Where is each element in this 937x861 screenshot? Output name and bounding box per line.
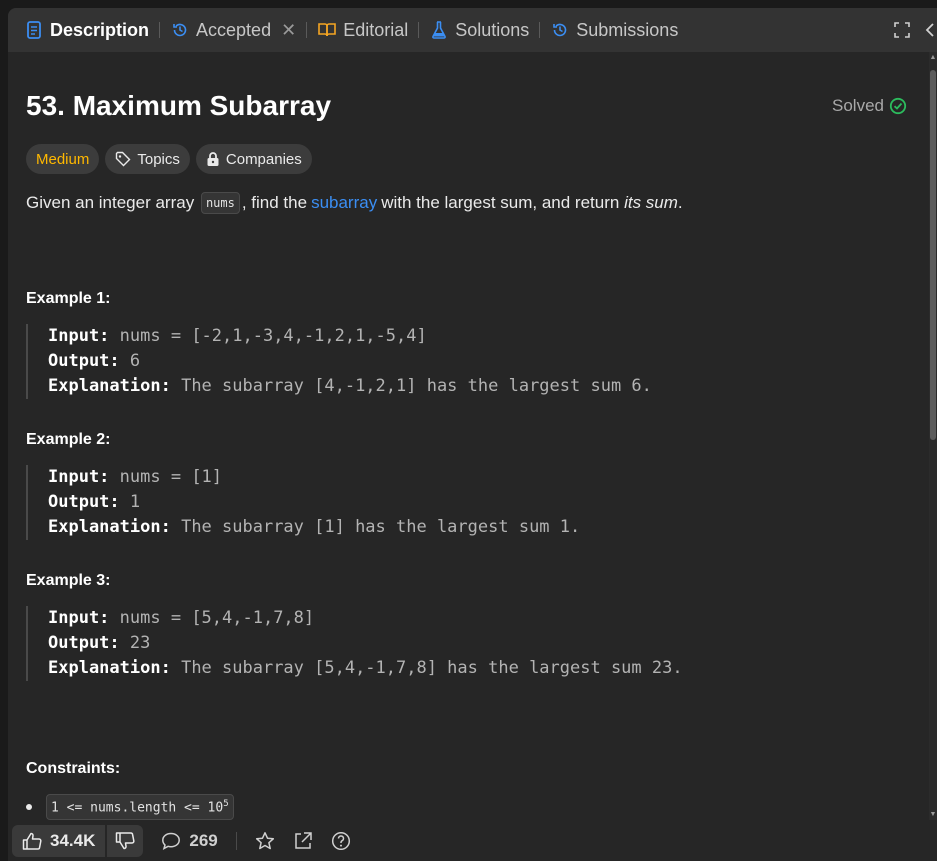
example-block: Input: nums = [-2,1,-3,4,-1,2,1,-5,4] Ou… [26,324,652,399]
share-button[interactable] [293,831,313,851]
example-title: Example 2: [26,431,111,448]
thumbs-down-icon [116,831,135,849]
constraint-item: 1 <= nums.length <= 105 [26,794,234,820]
example-output: Output: 1 [48,492,141,512]
tab-bar: Description Accepted ✕ Editorial Solutio… [8,8,937,52]
tab-label: Accepted [196,19,272,40]
constraint-code: 1 <= nums.length <= 105 [46,794,234,820]
footer-bar: 34.4K 269 [8,820,937,861]
example-output: Output: 23 [48,633,151,653]
example-explanation: Explanation: The subarray [4,-1,2,1] has… [48,376,652,396]
difficulty-badge[interactable]: Medium [26,144,100,174]
comments-button[interactable]: 269 [161,830,218,851]
description-text: . [677,193,683,212]
close-icon[interactable]: ✕ [281,20,296,41]
like-count: 34.4K [50,830,96,850]
book-icon [317,20,337,40]
scrollbar[interactable]: ▲ ▼ [929,52,937,820]
example-input: Input: nums = [-2,1,-3,4,-1,2,1,-5,4] [48,326,427,346]
comment-count: 269 [189,830,218,850]
description-text: Given an integer array [26,193,195,212]
favorite-button[interactable] [255,831,275,851]
constraints-title: Constraints: [26,760,121,777]
tab-label: Submissions [576,19,679,40]
description-text: with the largest sum, and return [381,193,620,212]
history-icon [170,20,190,40]
solved-status: Solved [832,96,907,116]
example-input: Input: nums = [1] [48,467,223,487]
example-title: Example 1: [26,290,111,307]
topics-tag[interactable]: Topics [105,144,190,174]
description-emphasis: its sum [624,193,678,212]
scrollbar-thumb[interactable] [930,70,936,440]
tab-accepted[interactable]: Accepted ✕ [166,8,300,52]
thumbs-up-icon [22,832,42,850]
footer-divider [235,831,237,850]
tab-label: Solutions [455,19,530,40]
example-explanation: Explanation: The subarray [5,4,-1,7,8] h… [48,658,683,678]
question-circle-icon [331,831,350,850]
tab-divider [539,22,541,38]
maximize-icon[interactable] [889,17,915,43]
example-title: Example 3: [26,572,111,589]
history-icon [550,20,570,40]
topics-label: Topics [137,150,180,168]
tab-solutions[interactable]: Solutions [425,8,533,52]
scroll-down-icon[interactable]: ▼ [929,811,937,818]
description-icon [24,20,44,40]
lock-icon [207,152,219,166]
external-link-icon [295,831,312,849]
problem-panel: Description Accepted ✕ Editorial Solutio… [8,8,937,861]
comment-icon [162,832,181,850]
tab-description[interactable]: Description [20,8,153,52]
tab-divider [159,22,161,38]
problem-title: 53. Maximum Subarray [26,90,332,121]
like-button[interactable]: 34.4K [12,824,106,857]
bullet [26,804,32,811]
companies-tag[interactable]: Companies [195,144,312,174]
subarray-link[interactable]: subarray [311,193,377,213]
problem-tags: Medium Topics Companies [26,144,312,174]
tab-label: Editorial [343,19,409,40]
problem-description: Given an integer array nums , find the s… [26,192,683,214]
tab-divider [418,22,420,38]
star-icon [255,831,274,849]
description-text: , find the [241,193,308,212]
example-block: Input: nums = [5,4,-1,7,8] Output: 23 Ex… [26,606,683,681]
tab-label: Description [50,19,150,40]
companies-label: Companies [225,150,302,168]
tab-submissions[interactable]: Submissions [546,8,682,52]
example-output: Output: 6 [48,351,141,371]
dislike-button[interactable] [107,824,144,857]
example-block: Input: nums = [1] Output: 1 Explanation:… [26,465,580,540]
panel-controls [889,8,937,52]
scroll-up-icon[interactable]: ▲ [929,54,937,61]
example-explanation: Explanation: The subarray [1] has the la… [48,517,581,537]
problem-content: 53. Maximum Subarray Solved Medium Topic… [8,52,929,820]
tag-icon [116,151,131,167]
example-input: Input: nums = [5,4,-1,7,8] [48,608,315,628]
tab-editorial[interactable]: Editorial [313,8,412,52]
solved-label: Solved [832,96,884,115]
inline-code: nums [200,192,240,214]
help-button[interactable] [331,831,351,851]
flask-icon [429,20,449,40]
check-circle-icon [889,97,907,115]
collapse-icon[interactable] [923,17,937,43]
tab-divider [306,22,308,38]
